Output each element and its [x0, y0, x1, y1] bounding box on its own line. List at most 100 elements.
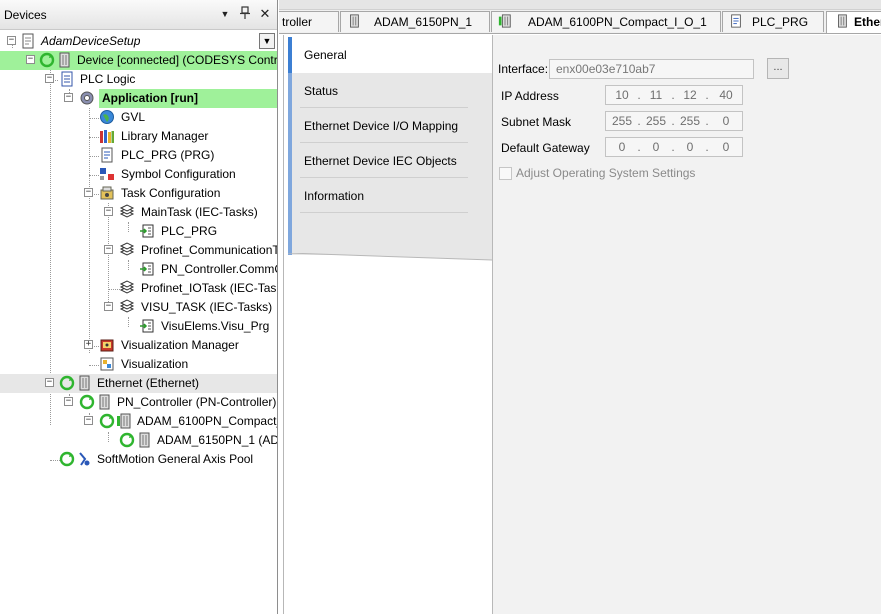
side-tab-information[interactable]: Information: [288, 178, 492, 213]
ip-octet: 0: [686, 140, 694, 154]
devices-panel: Devices ▼ ✕ − AdamDeviceSetup ▼ − Device…: [0, 0, 278, 614]
pn-controller-icon: [99, 394, 110, 410]
tree-item-plc-prg[interactable]: PLC_PRG (PRG): [0, 146, 277, 165]
collapse-icon[interactable]: −: [104, 207, 113, 216]
collapse-icon[interactable]: −: [104, 302, 113, 311]
io-device-icon: [498, 14, 511, 28]
tab-adam-6100pn-compact[interactable]: ADAM_6100PN_Compact_I_O_1: [491, 11, 721, 32]
default-gateway-label: Default Gateway: [501, 141, 590, 155]
tree-item-label: Profinet_IOTask (IEC-Tasks): [141, 281, 277, 295]
interface-field[interactable]: enx00e03e710ab7: [549, 59, 754, 79]
devices-panel-header: Devices ▼ ✕: [0, 0, 277, 30]
default-gateway-field[interactable]: 0 . 0 . 0 . 0: [605, 137, 743, 157]
ethernet-icon: [838, 14, 847, 28]
side-tab-io-mapping[interactable]: Ethernet Device I/O Mapping: [288, 108, 492, 143]
tree-item-library-manager[interactable]: Library Manager: [0, 127, 277, 146]
pou-icon: [101, 147, 113, 163]
tree-item-plc-logic[interactable]: − PLC Logic: [0, 70, 277, 89]
tree-item-label: Ethernet (Ethernet): [97, 376, 200, 390]
tree-item-visuelems-visu-prg[interactable]: VisuElems.Visu_Prg: [0, 317, 277, 336]
ip-address-field[interactable]: 10 . 11 . 12 . 40: [605, 85, 743, 105]
side-tab-status[interactable]: Status: [288, 73, 492, 108]
tab-label: PLC_PRG: [752, 15, 809, 29]
side-tab-iec-objects[interactable]: Ethernet Device IEC Objects: [288, 143, 492, 178]
side-tab-label: Information: [304, 189, 365, 203]
tab-ethernet[interactable]: Ether: [826, 11, 881, 33]
collapse-icon[interactable]: −: [64, 93, 73, 102]
tree-item-label: VISU_TASK (IEC-Tasks): [141, 300, 273, 314]
tree-item-label: Profinet_CommunicationTask: [141, 243, 277, 257]
collapse-icon[interactable]: −: [84, 188, 93, 197]
close-panel-button[interactable]: ✕: [258, 6, 272, 22]
ip-octet: 40: [719, 88, 733, 102]
ip-address-label: IP Address: [501, 89, 559, 103]
editor-side-tabs: General Status Ethernet Device I/O Mappi…: [288, 37, 492, 255]
subnet-mask-label: Subnet Mask: [501, 115, 572, 129]
tab-plc-prg[interactable]: PLC_PRG: [722, 11, 824, 32]
tree-item-label: ADAM_6100PN_Compact_I_O: [137, 414, 277, 428]
side-tab-label: General: [304, 48, 347, 62]
tab-pn-controller[interactable]: troller: [279, 11, 339, 32]
tree-item-profinet-communication-task[interactable]: − Profinet_CommunicationTask: [0, 241, 277, 260]
tree-item-visualization[interactable]: Visualization: [0, 355, 277, 374]
ip-octet: 0: [722, 140, 730, 154]
tree-item-label: GVL: [121, 110, 146, 124]
tree-item-device[interactable]: − Device [connected] (CODESYS Control fo…: [0, 51, 277, 70]
tree-item-pn-controller-commcyc[interactable]: PN_Controller.CommCyc: [0, 260, 277, 279]
panel-menu-dropdown-icon[interactable]: ▼: [218, 6, 232, 22]
browse-interface-button[interactable]: ...: [767, 58, 789, 79]
tab-label: Ether: [854, 15, 881, 29]
tree-item-plc-prg-call[interactable]: PLC_PRG: [0, 222, 277, 241]
side-tab-label: Ethernet Device IEC Objects: [304, 154, 457, 168]
ip-dot: .: [671, 88, 675, 102]
tree-item-gvl[interactable]: GVL: [0, 108, 277, 127]
ip-octet: 0: [618, 140, 626, 154]
tree-item-application[interactable]: − Application [run]: [0, 89, 277, 108]
io-device-icon: [117, 413, 131, 429]
collapse-icon[interactable]: −: [104, 245, 113, 254]
task-icon: [119, 280, 135, 294]
tree-item-visu-task[interactable]: − VISU_TASK (IEC-Tasks): [0, 298, 277, 317]
expand-icon[interactable]: +: [84, 340, 93, 349]
collapse-icon[interactable]: −: [64, 397, 73, 406]
tree-item-adam-6100pn[interactable]: − ADAM_6100PN_Compact_I_O: [0, 412, 277, 431]
tree-item-label: Visualization: [121, 357, 189, 371]
tree-item-task-configuration[interactable]: − Task Configuration: [0, 184, 277, 203]
plc-logic-icon: [61, 71, 73, 87]
ethernet-icon: [79, 375, 90, 391]
tree-item-adam-6150pn-1[interactable]: ADAM_6150PN_1 (ADAM: [0, 431, 277, 450]
tree-item-label: PLC_PRG: [161, 224, 218, 238]
subnet-mask-field[interactable]: 255 . 255 . 255 . 0: [605, 111, 743, 131]
tree-item-ethernet[interactable]: − Ethernet (Ethernet): [0, 374, 277, 393]
tree-item-visualization-manager[interactable]: + Visualization Manager: [0, 336, 277, 355]
program-call-icon: [140, 224, 154, 238]
adjust-os-settings-label: Adjust Operating System Settings: [516, 166, 696, 180]
tree-item-label: PLC_PRG (PRG): [121, 148, 215, 162]
tree-item-maintask[interactable]: − MainTask (IEC-Tasks): [0, 203, 277, 222]
collapse-icon[interactable]: −: [45, 74, 54, 83]
collapse-icon[interactable]: −: [45, 378, 54, 387]
tab-adam-6150pn-1[interactable]: ADAM_6150PN_1: [340, 11, 490, 32]
side-tabs-filler: [288, 213, 492, 255]
collapse-icon[interactable]: −: [84, 416, 93, 425]
gear-icon: [80, 91, 94, 105]
tree-item-label: Application [run]: [102, 91, 198, 105]
tree-item-symbol-configuration[interactable]: Symbol Configuration: [0, 165, 277, 184]
tree-item-adamdevicesetup[interactable]: − AdamDeviceSetup ▼: [0, 32, 277, 51]
tree-item-label: Symbol Configuration: [121, 167, 236, 181]
collapse-icon[interactable]: −: [7, 36, 16, 45]
tree-item-softmotion-axis-pool[interactable]: SoftMotion General Axis Pool: [0, 450, 277, 469]
collapse-icon[interactable]: −: [26, 55, 35, 64]
devices-panel-title: Devices: [4, 8, 47, 22]
axis-pool-icon: [79, 452, 90, 466]
pin-icon[interactable]: [238, 6, 252, 22]
tree-item-label: PLC Logic: [80, 72, 136, 86]
side-tab-general[interactable]: General: [288, 37, 492, 73]
editor-tabs: troller ADAM_6150PN_1 ADAM_6100PN_Compac…: [279, 0, 881, 34]
tree-item-profinet-iotask[interactable]: Profinet_IOTask (IEC-Tasks): [0, 279, 277, 298]
project-icon: [22, 33, 34, 49]
tree-item-pn-controller[interactable]: − PN_Controller (PN-Controller): [0, 393, 277, 412]
adjust-os-settings-checkbox[interactable]: [499, 167, 512, 180]
chevron-down-icon[interactable]: ▼: [259, 33, 275, 49]
running-status-icon: [119, 432, 135, 448]
